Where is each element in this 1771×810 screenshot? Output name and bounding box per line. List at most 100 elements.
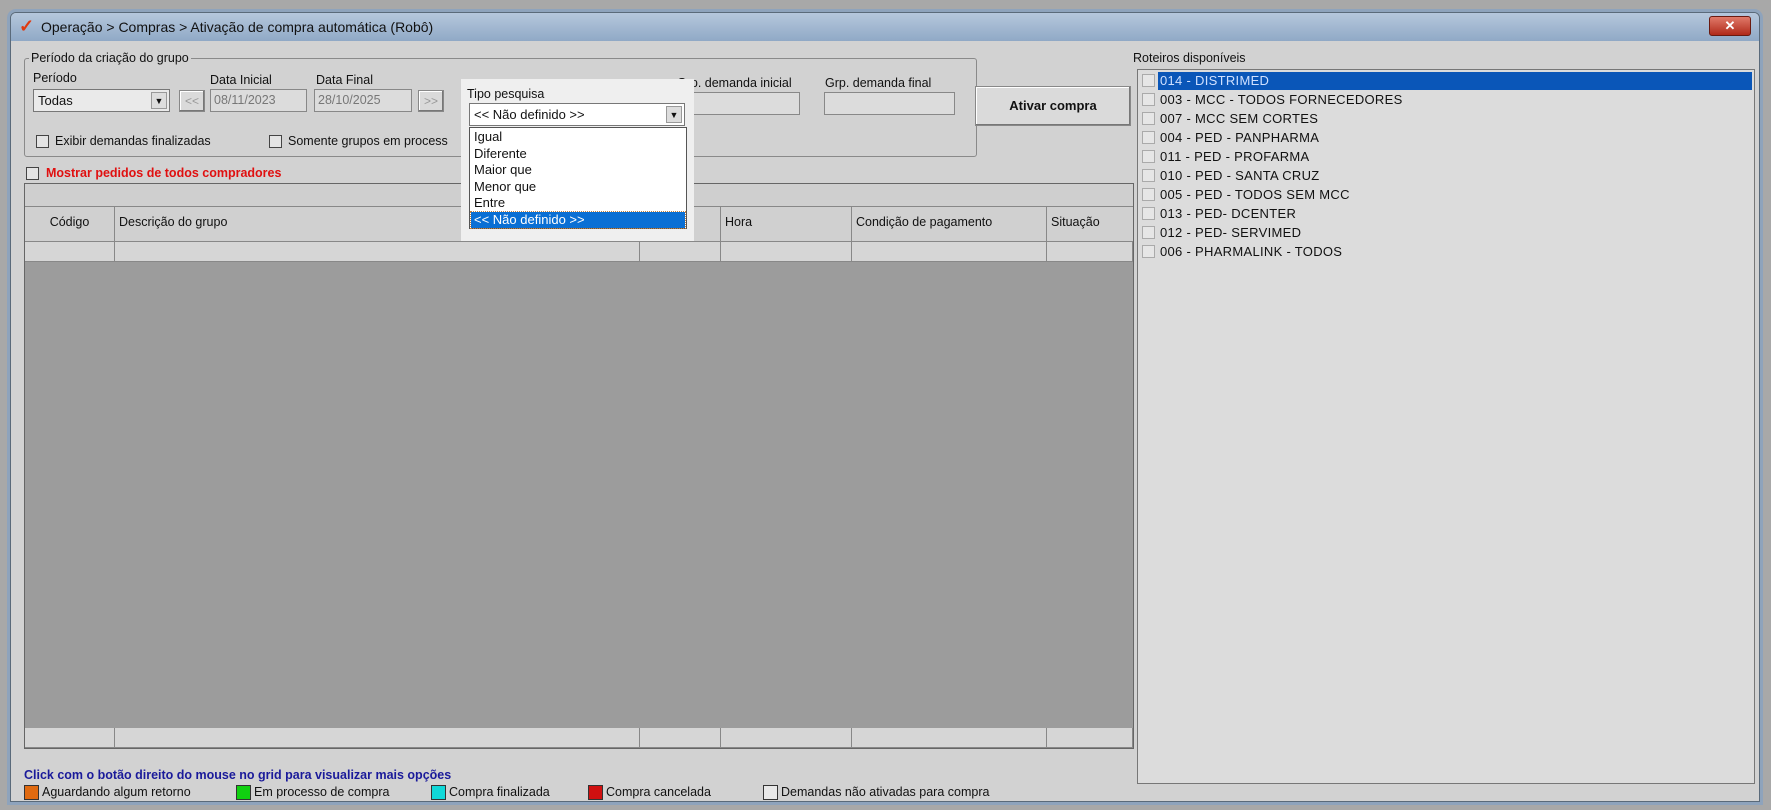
- roteiro-item[interactable]: 006 - PHARMALINK - TODOS: [1140, 243, 1752, 261]
- roteiro-checkbox[interactable]: [1142, 74, 1155, 87]
- legend-swatch: [236, 785, 251, 801]
- demandas-grid[interactable]: Relação de demandas Código Descrição do …: [24, 183, 1134, 749]
- legend-label: Em processo de compra: [254, 785, 390, 799]
- tipo-pesquisa-select[interactable]: << Não definido >> ▼: [469, 103, 685, 126]
- option-maior-que[interactable]: Maior que: [471, 162, 685, 179]
- roteiro-item[interactable]: 003 - MCC - TODOS FORNECEDORES: [1140, 91, 1752, 109]
- app-logo-icon: ✓: [19, 16, 35, 36]
- mostrar-todos-label: Mostrar pedidos de todos compradores: [46, 166, 282, 180]
- roteiro-checkbox[interactable]: [1142, 131, 1155, 144]
- roteiro-item[interactable]: 011 - PED - PROFARMA: [1140, 148, 1752, 166]
- option-diferente[interactable]: Diferente: [471, 146, 685, 163]
- legend-label: Aguardando algum retorno: [42, 785, 191, 799]
- legend-swatch: [431, 785, 446, 801]
- roteiro-checkbox[interactable]: [1142, 188, 1155, 201]
- roteiro-checkbox[interactable]: [1142, 169, 1155, 182]
- roteiros-label: Roteiros disponíveis: [1133, 51, 1246, 65]
- data-final-label: Data Final: [316, 73, 373, 87]
- legend-nao-ativadas: Demandas não ativadas para compra: [763, 785, 990, 801]
- option-nao-definido[interactable]: << Não definido >>: [470, 210, 686, 229]
- mostrar-todos-checkbox[interactable]: [26, 167, 39, 180]
- legend-swatch: [763, 785, 778, 801]
- grid-cell[interactable]: [852, 242, 1047, 262]
- data-inicial-field[interactable]: 08/11/2023: [210, 89, 307, 112]
- grid-cell[interactable]: [115, 242, 640, 262]
- somente-processo-checkbox[interactable]: [269, 135, 282, 148]
- grid-footer-cell: [1047, 728, 1133, 748]
- legend-finalizada: Compra finalizada: [431, 785, 550, 801]
- periodo-label: Período: [33, 71, 77, 85]
- grid-cell[interactable]: [25, 242, 115, 262]
- option-igual[interactable]: Igual: [471, 129, 685, 146]
- roteiro-item[interactable]: 014 - DISTRIMED: [1140, 72, 1752, 90]
- roteiro-checkbox[interactable]: [1142, 93, 1155, 106]
- roteiro-item[interactable]: 010 - PED - SANTA CRUZ: [1140, 167, 1752, 185]
- grid-cell[interactable]: [721, 242, 852, 262]
- close-button[interactable]: ✕: [1709, 16, 1751, 36]
- grp-inicial-label: Grp. demanda inicial: [677, 76, 792, 90]
- grid-cell[interactable]: [640, 242, 721, 262]
- roteiro-item[interactable]: 005 - PED - TODOS SEM MCC: [1140, 186, 1752, 204]
- chevron-down-icon: ▼: [151, 92, 167, 109]
- roteiro-label: 007 - MCC SEM CORTES: [1160, 111, 1319, 126]
- grp-inicial-field[interactable]: [681, 92, 800, 115]
- roteiro-label: 010 - PED - SANTA CRUZ: [1160, 168, 1320, 183]
- grid-hint: Click com o botão direito do mouse no gr…: [24, 768, 452, 782]
- column-header-hora[interactable]: Hora: [721, 207, 852, 242]
- roteiro-label: 004 - PED - PANPHARMA: [1160, 130, 1320, 145]
- roteiro-checkbox[interactable]: [1142, 150, 1155, 163]
- data-final-field[interactable]: 28/10/2025: [314, 89, 412, 112]
- grid-footer-cell: [852, 728, 1047, 748]
- roteiro-checkbox[interactable]: [1142, 226, 1155, 239]
- roteiro-item[interactable]: 004 - PED - PANPHARMA: [1140, 129, 1752, 147]
- roteiro-label: 012 - PED- SERVIMED: [1160, 225, 1302, 240]
- tipo-pesquisa-dropdown: Igual Diferente Maior que Menor que Entr…: [469, 127, 687, 229]
- next-period-button[interactable]: >>: [418, 90, 444, 112]
- tipo-pesquisa-value: << Não definido >>: [474, 107, 585, 122]
- roteiro-item[interactable]: 007 - MCC SEM CORTES: [1140, 110, 1752, 128]
- ativar-compra-button[interactable]: Ativar compra: [975, 86, 1131, 126]
- grid-footer-cell: [640, 728, 721, 748]
- tipo-pesquisa-label: Tipo pesquisa: [467, 87, 545, 101]
- roteiros-list[interactable]: 014 - DISTRIMED 003 - MCC - TODOS FORNEC…: [1137, 69, 1755, 784]
- grid-footer-cell: [115, 728, 640, 748]
- roteiro-label: 013 - PED- DCENTER: [1160, 206, 1297, 221]
- roteiro-checkbox[interactable]: [1142, 112, 1155, 125]
- periodo-group-legend: Período da criação do grupo: [31, 51, 189, 65]
- periodo-value: Todas: [38, 93, 73, 108]
- roteiro-label: 003 - MCC - TODOS FORNECEDORES: [1160, 92, 1403, 107]
- app-window: ✓ Operação > Compras > Ativação de compr…: [10, 12, 1760, 802]
- column-header-condicao[interactable]: Condição de pagamento: [852, 207, 1047, 242]
- legend-swatch: [24, 785, 39, 801]
- prev-period-button[interactable]: <<: [179, 90, 205, 112]
- title-bar: ✓ Operação > Compras > Ativação de compr…: [11, 13, 1759, 41]
- roteiro-checkbox[interactable]: [1142, 245, 1155, 258]
- periodo-select[interactable]: Todas ▼: [33, 89, 170, 112]
- option-menor-que[interactable]: Menor que: [471, 179, 685, 196]
- roteiro-label: 014 - DISTRIMED: [1158, 72, 1752, 90]
- roteiro-label: 006 - PHARMALINK - TODOS: [1160, 244, 1343, 259]
- legend-swatch: [588, 785, 603, 801]
- grp-final-label: Grp. demanda final: [825, 76, 932, 90]
- legend-em-processo: Em processo de compra: [236, 785, 390, 801]
- roteiro-label: 011 - PED - PROFARMA: [1160, 149, 1310, 164]
- exibir-finalizadas-label: Exibir demandas finalizadas: [55, 134, 211, 148]
- grp-final-field[interactable]: [824, 92, 955, 115]
- column-header-codigo[interactable]: Código: [25, 207, 115, 242]
- option-entre[interactable]: Entre: [471, 195, 685, 212]
- roteiro-item[interactable]: 012 - PED- SERVIMED: [1140, 224, 1752, 242]
- exibir-finalizadas-checkbox[interactable]: [36, 135, 49, 148]
- tipo-pesquisa-panel: Tipo pesquisa << Não definido >> ▼ Igual …: [461, 79, 694, 241]
- legend-label: Compra finalizada: [449, 785, 550, 799]
- column-header-situacao[interactable]: Situação: [1047, 207, 1133, 242]
- window-title: Operação > Compras > Ativação de compra …: [41, 19, 434, 35]
- roteiro-checkbox[interactable]: [1142, 207, 1155, 220]
- legend-label: Demandas não ativadas para compra: [781, 785, 990, 799]
- grid-footer-cell: [25, 728, 115, 748]
- data-inicial-label: Data Inicial: [210, 73, 272, 87]
- grid-footer-cell: [721, 728, 852, 748]
- legend-cancelada: Compra cancelada: [588, 785, 711, 801]
- grid-cell[interactable]: [1047, 242, 1133, 262]
- roteiro-item[interactable]: 013 - PED- DCENTER: [1140, 205, 1752, 223]
- somente-processo-label: Somente grupos em processo: [288, 134, 448, 148]
